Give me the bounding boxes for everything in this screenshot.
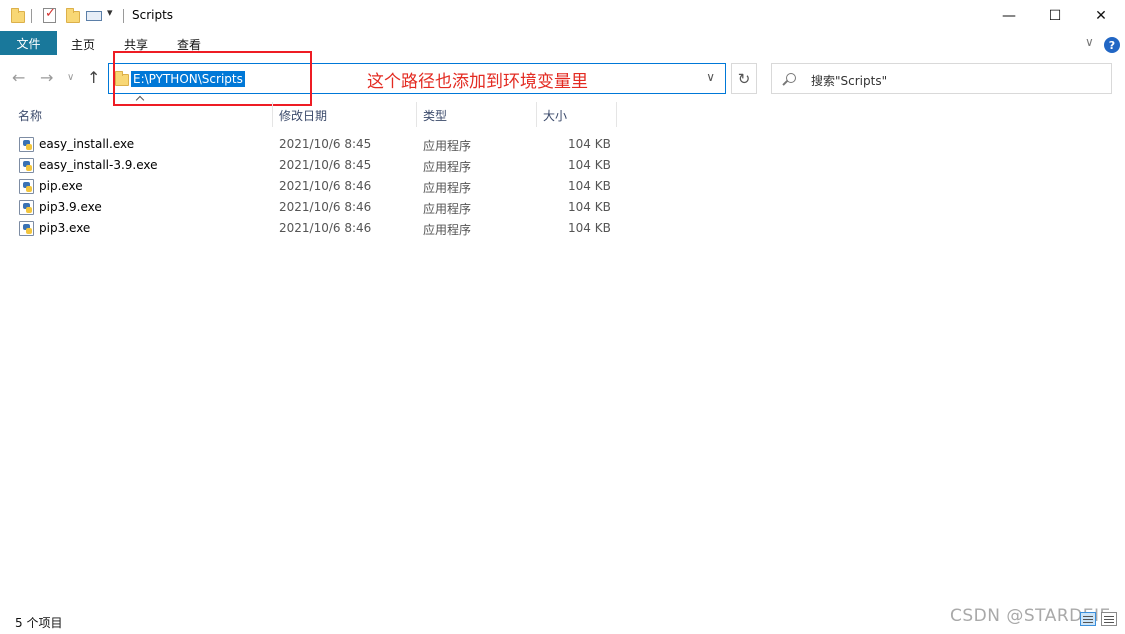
quick-access-dropdown[interactable]: ▾ [107,6,113,23]
large-icons-view-icon[interactable] [1101,612,1117,626]
file-row[interactable]: pip.exe 2021/10/6 8:46 应用程序 104 KB [16,176,616,197]
file-row[interactable]: easy_install.exe 2021/10/6 8:45 应用程序 104… [16,134,616,155]
maximize-button[interactable]: ☐ [1032,0,1078,31]
file-name: pip3.exe [39,221,91,235]
file-size: 104 KB [568,179,611,193]
minimize-button[interactable]: — [986,0,1032,31]
file-name: pip.exe [39,179,83,193]
column-divider[interactable] [616,102,617,127]
file-type: 应用程序 [423,181,472,195]
recent-locations-button[interactable]: ∨ [67,72,74,83]
toolbar-separator [123,9,124,23]
file-name: easy_install.exe [39,137,135,151]
details-view-icon[interactable] [1080,612,1096,626]
file-row[interactable]: pip3.exe 2021/10/6 8:46 应用程序 104 KB [16,218,616,239]
search-icon [786,73,796,83]
column-header-date[interactable]: 修改日期 [279,107,327,124]
file-date: 2021/10/6 8:45 [279,158,372,172]
refresh-button[interactable]: ↻ [731,63,757,94]
title-bar: ▾ Scripts — ☐ ✕ [0,0,1125,31]
file-size: 104 KB [568,200,611,214]
python-exe-icon [19,179,34,194]
file-date: 2021/10/6 8:46 [279,221,372,235]
file-date: 2021/10/6 8:46 [279,200,372,214]
python-exe-icon [19,200,34,215]
file-type: 应用程序 [423,202,472,216]
file-date: 2021/10/6 8:46 [279,179,372,193]
column-header-size[interactable]: 大小 [543,107,567,124]
toolbar-separator [31,9,32,23]
column-header-type[interactable]: 类型 [423,107,447,124]
expand-ribbon-icon[interactable]: ∨ [1085,35,1094,49]
help-icon[interactable]: ? [1104,37,1120,53]
python-exe-icon [19,221,34,236]
file-row[interactable]: easy_install-3.9.exe 2021/10/6 8:45 应用程序… [16,155,616,176]
file-type: 应用程序 [423,223,472,237]
file-size: 104 KB [568,137,611,151]
column-divider[interactable] [416,102,417,127]
file-name: easy_install-3.9.exe [39,158,158,172]
file-type: 应用程序 [423,160,472,174]
forward-button[interactable]: → [40,68,53,87]
column-header-name[interactable]: 名称 [18,107,42,124]
python-exe-icon [19,137,34,152]
annotation-text: 这个路径也添加到环境变量里 [367,72,588,92]
tab-file[interactable]: 文件 [0,31,57,55]
tab-home[interactable]: 主页 [71,36,95,53]
close-button[interactable]: ✕ [1078,0,1124,31]
python-exe-icon [19,158,34,173]
file-row[interactable]: pip3.9.exe 2021/10/6 8:46 应用程序 104 KB [16,197,616,218]
file-date: 2021/10/6 8:45 [279,137,372,151]
back-button[interactable]: ← [12,68,25,87]
file-name: pip3.9.exe [39,200,102,214]
file-size: 104 KB [568,221,611,235]
window-title: Scripts [132,8,174,22]
search-placeholder[interactable]: 搜索"Scripts" [811,72,887,89]
search-box[interactable]: 搜索"Scripts" [771,63,1112,94]
status-item-count: 5 个项目 [15,616,63,630]
file-size: 104 KB [568,158,611,172]
column-divider[interactable] [272,102,273,127]
column-divider[interactable] [536,102,537,127]
up-button[interactable]: ↑ [87,68,100,87]
address-dropdown-icon[interactable]: ∨ [706,70,715,84]
file-type: 应用程序 [423,139,472,153]
